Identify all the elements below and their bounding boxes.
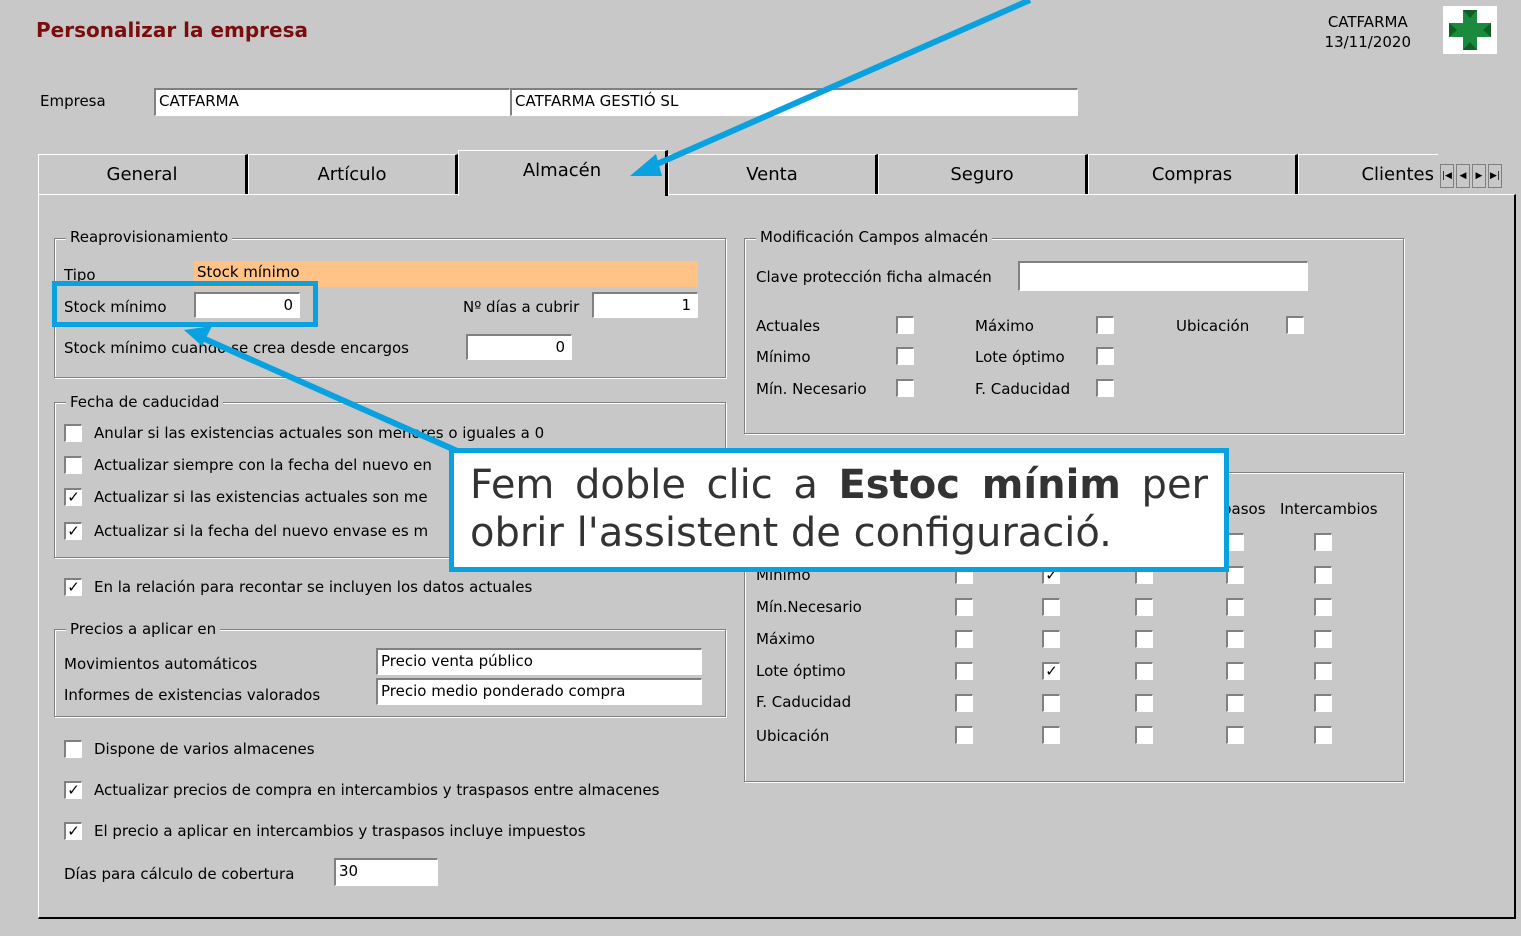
arrow-to-almacen-tab xyxy=(646,0,1032,171)
stock-minimo-highlight xyxy=(52,281,318,327)
arrow-head-almacen xyxy=(630,154,662,176)
callout-bold: Estoc mínim xyxy=(838,462,1121,508)
tutorial-callout: Fem doble clic a Estoc mínim per obrir l… xyxy=(449,448,1229,572)
callout-text-1: Fem doble clic a xyxy=(470,462,839,508)
